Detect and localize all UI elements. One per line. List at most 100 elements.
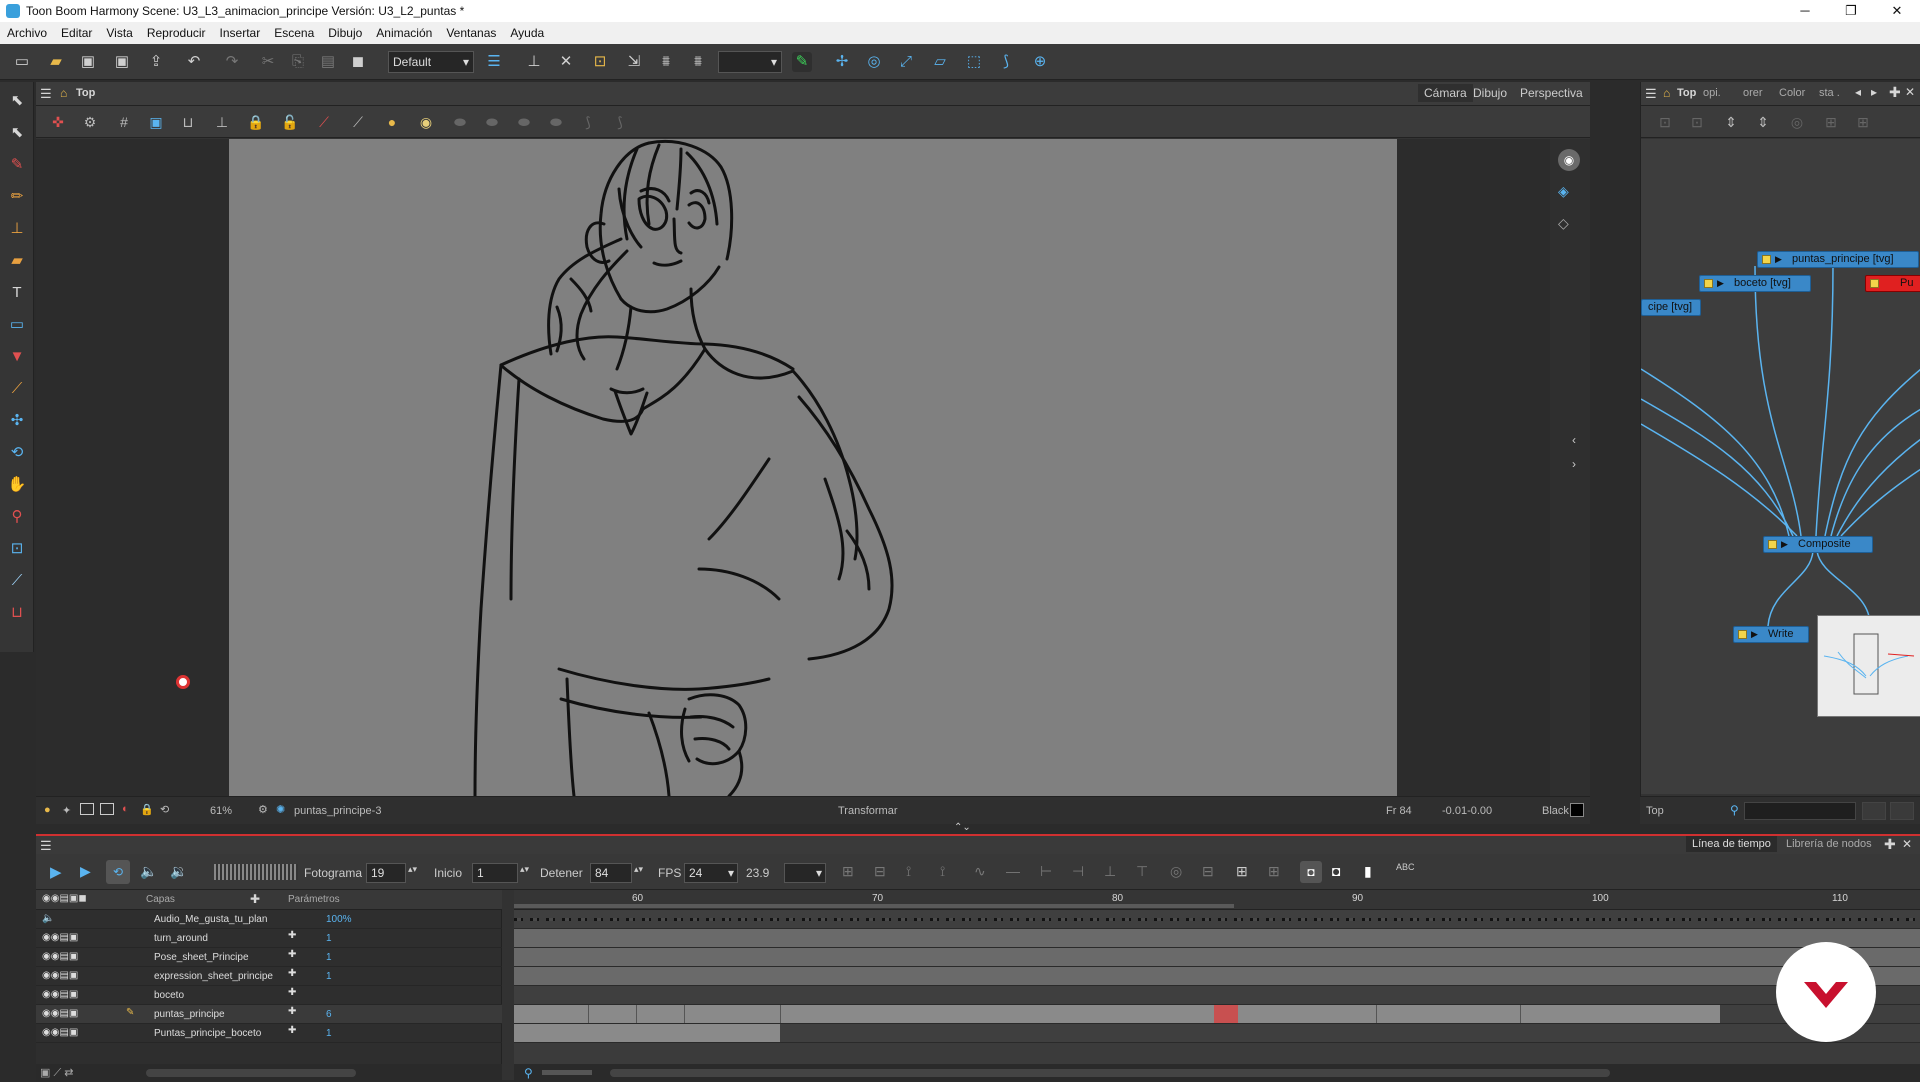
node-tool-e-icon[interactable]: ◎ xyxy=(1787,112,1807,132)
tl-tool-h-icon[interactable]: ⊣ xyxy=(1072,863,1084,880)
frame-icon[interactable] xyxy=(80,803,94,815)
frame-row[interactable] xyxy=(514,929,1920,948)
sound-layer-icon[interactable]: 🔈 xyxy=(42,913,54,924)
tl-tool-c-icon[interactable]: ⟟ xyxy=(906,863,911,880)
timeline-add-view-icon[interactable]: ✚ xyxy=(1884,836,1896,853)
menu-ventanas[interactable]: Ventanas xyxy=(439,22,503,40)
menu-archivo[interactable]: Archivo xyxy=(0,22,54,40)
bulb-icon[interactable]: ● xyxy=(382,112,402,132)
layers-hscroll[interactable] xyxy=(146,1069,356,1077)
menu-insertar[interactable]: Insertar xyxy=(213,22,268,40)
close-view-icon[interactable]: ✕ xyxy=(1905,85,1915,99)
timeline-menu-icon[interactable]: ☰ xyxy=(40,838,52,854)
play-button-icon[interactable]: ▶ xyxy=(50,863,62,881)
exposure-block[interactable] xyxy=(514,1005,1720,1023)
rotate-icon[interactable]: ◎ xyxy=(864,52,884,72)
play-selection-icon[interactable]: ▶ xyxy=(80,863,91,880)
pencil-icon[interactable]: ✏ xyxy=(7,186,27,208)
tool-j-icon[interactable]: ⬬ xyxy=(546,112,566,132)
timeline-close-icon[interactable]: ✕ xyxy=(1902,837,1912,851)
timeline-zoom-slider[interactable] xyxy=(542,1070,592,1075)
panel-splitter[interactable]: ⌃⌄ xyxy=(36,822,1920,834)
menu-escena[interactable]: Escena xyxy=(267,22,321,40)
drawing-canvas[interactable] xyxy=(229,139,1397,796)
node-navigator[interactable] xyxy=(1817,615,1920,717)
menu-animacion[interactable]: Animación xyxy=(369,22,439,40)
tool-select[interactable]: ▾ xyxy=(718,51,782,73)
tab-scroll-right-icon[interactable]: ▸ xyxy=(1871,85,1877,99)
pivot-icon[interactable]: ⊕ xyxy=(1030,52,1050,72)
node-nav-button[interactable] xyxy=(1862,802,1886,820)
tl-tool-d-icon[interactable]: ⟟ xyxy=(940,863,945,880)
exposure-block[interactable] xyxy=(514,1024,780,1042)
node-view-canvas[interactable]: ▶ puntas_principe [tvg] ▶ boceto [tvg] cip… xyxy=(1641,139,1920,794)
onion-icon[interactable]: ◐ xyxy=(122,803,129,815)
lock-all-icon[interactable]: 🔓 xyxy=(280,112,300,132)
tl-tool-j-icon[interactable]: ⊤ xyxy=(1136,863,1148,880)
tool-f-icon[interactable]: ⩩ xyxy=(688,52,708,72)
layer-toggles-icon[interactable]: ◉◉▤▣ xyxy=(42,1008,78,1019)
contour-editor-icon[interactable]: ⬉ xyxy=(7,122,27,144)
tl-tool-g-icon[interactable]: ⊢ xyxy=(1040,863,1052,880)
node-search-input[interactable] xyxy=(1744,802,1856,820)
splitter-up-icon[interactable]: ⌃⌄ xyxy=(954,822,971,833)
undo-icon[interactable]: ↶ xyxy=(184,52,204,72)
node-tool-g-icon[interactable]: ⊞ xyxy=(1853,112,1873,132)
tab-libreria-de-nodos[interactable]: Librería de nodos xyxy=(1786,838,1872,850)
tool-k-icon[interactable]: ⟆ xyxy=(578,112,598,132)
node-tool-c-icon[interactable]: ⇕ xyxy=(1721,112,1741,132)
lock-status-icon[interactable]: 🔒 xyxy=(140,803,154,816)
tl-tool-k-icon[interactable]: ◎ xyxy=(1170,863,1182,880)
tab-dibujo[interactable]: Dibujo xyxy=(1473,86,1507,100)
grid-icon[interactable]: # xyxy=(114,112,134,132)
tool-a-icon[interactable]: ⊥ xyxy=(524,52,544,72)
node-tool-d-icon[interactable]: ⇕ xyxy=(1753,112,1773,132)
add-layer-icon[interactable]: ✚ xyxy=(250,892,260,906)
save-as-icon[interactable]: ▣ xyxy=(112,52,132,72)
delete-icon[interactable]: ◼ xyxy=(348,52,368,72)
tab-orer[interactable]: orer xyxy=(1743,87,1763,99)
inicio-input[interactable]: 1 xyxy=(472,863,518,883)
frame-row[interactable] xyxy=(514,986,1920,1005)
stamp-icon[interactable]: ⊥ xyxy=(7,218,27,240)
menu-reproducir[interactable]: Reproducir xyxy=(140,22,213,40)
layer-row[interactable]: ◉◉▤▣ boceto ✚ xyxy=(36,986,502,1005)
tl-key3-icon[interactable]: ▮ xyxy=(1364,863,1372,880)
paste-icon[interactable]: ▤ xyxy=(318,52,338,72)
tab-scroll-left-icon[interactable]: ◂ xyxy=(1855,85,1861,99)
node-tool-f-icon[interactable]: ⊞ xyxy=(1821,112,1841,132)
layer-toggles-icon[interactable]: ◉◉▤▣ xyxy=(42,951,78,962)
menu-dibujo[interactable]: Dibujo xyxy=(321,22,369,40)
frame-ruler[interactable]: 60 70 80 90 100 110 xyxy=(514,890,1920,910)
drawing-gear-icon[interactable]: ⚙ xyxy=(258,803,268,816)
tool-l-icon[interactable]: ⟆ xyxy=(610,112,630,132)
node-panel-menu-icon[interactable]: ☰ xyxy=(1645,86,1657,102)
expand-layer-icon[interactable]: ✚ xyxy=(288,968,296,979)
frame-row[interactable] xyxy=(514,1024,1920,1043)
sound-scrub-icon[interactable]: 🔉 xyxy=(170,863,187,880)
paint-icon[interactable]: ▼ xyxy=(7,346,27,368)
render-icon[interactable]: ✦ xyxy=(62,804,71,817)
timeline-frames[interactable]: 60 70 80 90 100 110 ⚲ xyxy=(514,890,1920,1082)
flip-icon[interactable]: ◇ xyxy=(1558,215,1569,232)
tool-d-icon[interactable]: ⇲ xyxy=(624,52,644,72)
tool-e-icon[interactable]: ⩩ xyxy=(656,52,676,72)
workspace-select[interactable]: Default ▾ xyxy=(388,51,474,73)
zoom-icon[interactable]: ⚲ xyxy=(7,506,27,528)
reset-icon[interactable]: ⟲ xyxy=(160,803,169,816)
node-composite[interactable]: ▶ Composite xyxy=(1763,536,1873,553)
node-enable-icon[interactable] xyxy=(1768,540,1777,549)
frame-row[interactable] xyxy=(514,948,1920,967)
tab-linea-de-tiempo[interactable]: Línea de tiempo xyxy=(1686,836,1777,852)
frame-row[interactable] xyxy=(514,967,1920,986)
redo-icon[interactable]: ↷ xyxy=(222,52,242,72)
frame-row-puntas[interactable] xyxy=(514,1005,1920,1024)
tl-tool-l-icon[interactable]: ⊟ xyxy=(1202,863,1214,880)
layer-toggles-icon[interactable]: ◉◉▤▣ xyxy=(42,1027,78,1038)
layer-row[interactable]: ◉◉▤▣ Puntas_principe_boceto ✚ 1 xyxy=(36,1024,502,1043)
expand-layer-icon[interactable]: ✚ xyxy=(288,930,296,941)
node-tool-a-icon[interactable]: ⊡ xyxy=(1655,112,1675,132)
menu-vista[interactable]: Vista xyxy=(99,22,139,40)
tool-i-icon[interactable]: ⬬ xyxy=(514,112,534,132)
detener-input[interactable]: 84 xyxy=(590,863,632,883)
